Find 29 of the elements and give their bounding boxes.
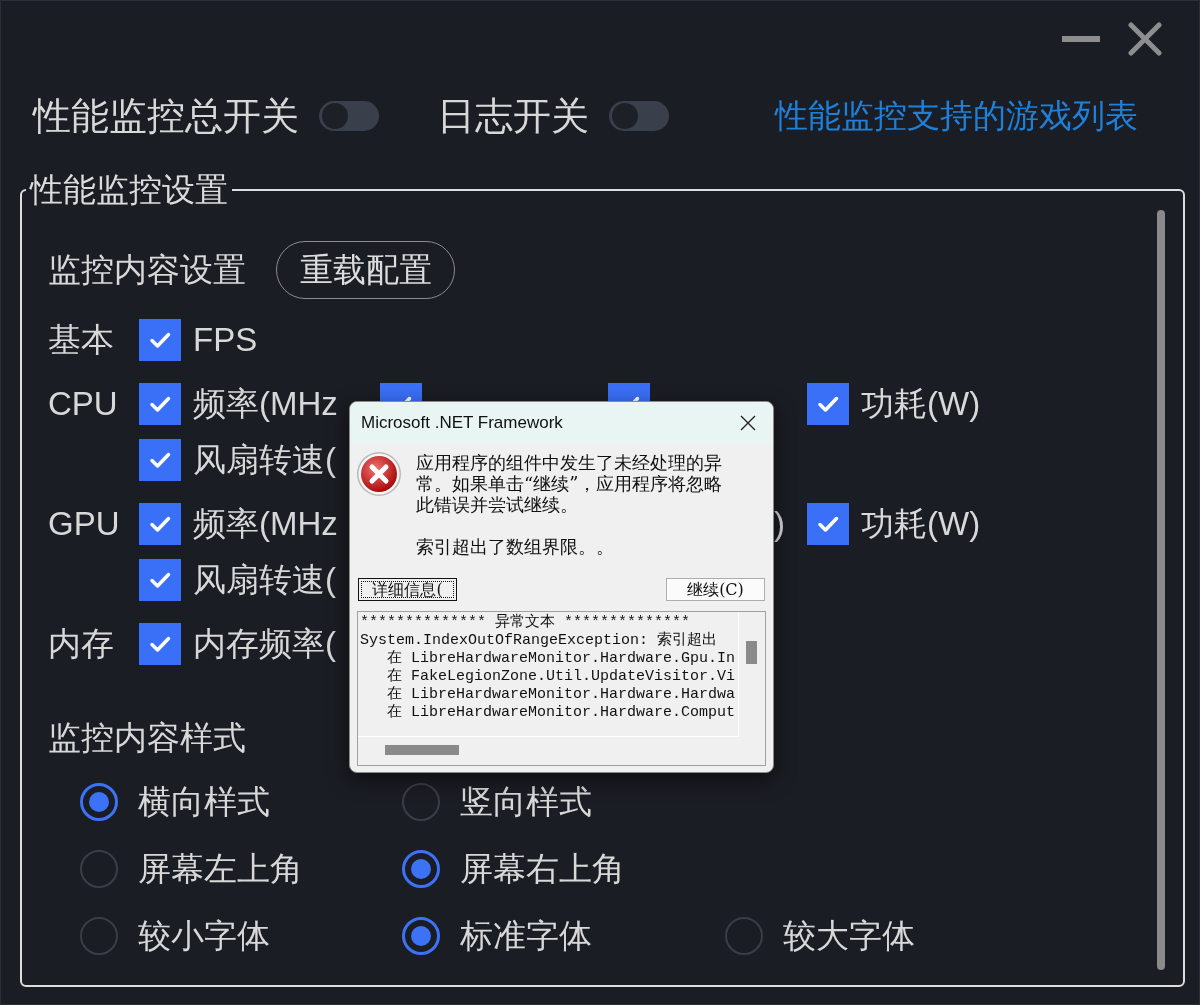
checkbox-label: 功耗(W): [861, 504, 981, 544]
checkbox-label: 功耗(W): [861, 384, 981, 424]
category-label: 内存: [48, 624, 115, 664]
checkbox-label: 内存频率(: [193, 624, 336, 664]
checkbox-label: 风扇转速(: [193, 560, 336, 600]
radio-label: 横向样式: [138, 782, 270, 822]
category-label: CPU: [48, 384, 119, 424]
group-box-title: 性能监控设置: [28, 170, 229, 210]
checkbox-label: ): [774, 504, 785, 544]
radio-label: 较大字体: [783, 916, 915, 956]
radio-label: 竖向样式: [460, 782, 592, 822]
checkbox-label: 频率(MHz: [193, 384, 338, 424]
category-label: GPU: [48, 504, 121, 544]
radio-label: 屏幕右上角: [460, 849, 625, 889]
checkbox-label: 频率(MHz: [193, 504, 338, 544]
error-message: 应用程序的组件中发生了未经处理的异常。如果单击“继续”，应用程序将忽略此错误并尝试继续。: [416, 452, 724, 515]
checkbox-label: 风扇转速(: [193, 440, 336, 480]
section-heading: 监控内容设置: [48, 250, 246, 290]
exception-details-text: ************** 异常文本 ************** System.IndexOutOfRangeException: 索引超出 在 LibreHardwareMonitor.Hardware.Gpu.In 在 FakeLegionZone.Util.UpdateVisitor.Vi 在 LibreHardwareMonitor.Hardware.Hardwa 在 LibreHardwareMonitor.Hardware.Comput: [358, 612, 739, 737]
section-heading: 监控内容样式: [48, 718, 246, 758]
category-label: 基本: [48, 320, 115, 360]
switch-label: 日志开关: [437, 96, 589, 136]
error-detail: 索引超出了数组界限。。: [416, 536, 615, 557]
radio-label: 标准字体: [460, 916, 592, 956]
checkbox-label: FPS: [193, 320, 258, 360]
radio-label: 较小字体: [138, 916, 270, 956]
radio-label: 屏幕左上角: [138, 849, 303, 889]
switch-label: 性能监控总开关: [33, 96, 299, 136]
dialog-title: Microsoft .NET Framework: [361, 413, 563, 433]
